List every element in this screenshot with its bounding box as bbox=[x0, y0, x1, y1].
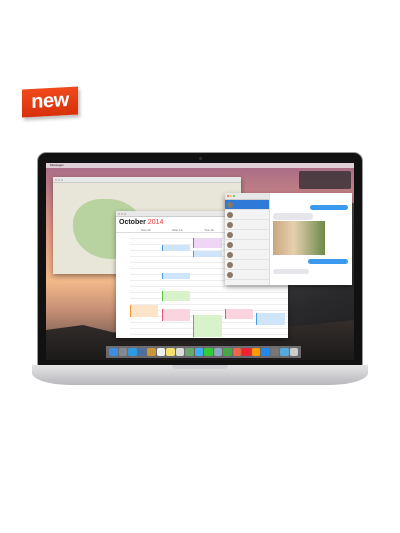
dock-app-icon[interactable] bbox=[204, 348, 213, 356]
conversation-list bbox=[225, 193, 270, 285]
dock-trash-icon[interactable] bbox=[289, 348, 298, 356]
dock-app-icon[interactable] bbox=[194, 348, 203, 356]
dock-app-icon[interactable] bbox=[232, 348, 241, 356]
day-header: Tue 14 bbox=[204, 228, 214, 232]
camera bbox=[199, 157, 202, 160]
day-header: Sun 12 bbox=[141, 228, 151, 232]
sent-bubble bbox=[308, 259, 348, 264]
laptop-screen: Messages October 2014 Sun 12 Mon 13 Tue … bbox=[46, 163, 354, 360]
calendar-event[interactable] bbox=[193, 238, 222, 248]
calendar-event[interactable] bbox=[161, 291, 191, 301]
dock-app-icon[interactable] bbox=[147, 348, 156, 356]
calendar-event[interactable] bbox=[161, 309, 191, 321]
calendar-event[interactable] bbox=[161, 245, 191, 251]
calendar-event[interactable] bbox=[130, 305, 159, 317]
dock-app-icon[interactable] bbox=[223, 348, 232, 356]
dock-app-icon[interactable] bbox=[185, 348, 194, 356]
dock-app-icon[interactable] bbox=[166, 348, 175, 356]
dock-app-icon[interactable] bbox=[128, 348, 137, 356]
shared-photo[interactable] bbox=[273, 221, 325, 255]
dock-app-icon[interactable] bbox=[109, 348, 118, 356]
received-bubble bbox=[273, 213, 313, 220]
calendar-month: October bbox=[119, 219, 146, 226]
calendar-event[interactable] bbox=[193, 251, 222, 257]
menu-bar: Messages bbox=[46, 163, 354, 168]
calendar-event[interactable] bbox=[193, 315, 222, 337]
conversation-item[interactable] bbox=[225, 210, 269, 220]
laptop-lid: Messages October 2014 Sun 12 Mon 13 Tue … bbox=[37, 152, 363, 366]
dock-app-icon[interactable] bbox=[156, 348, 165, 356]
dock-app-icon[interactable] bbox=[242, 348, 251, 356]
dock-app-icon[interactable] bbox=[118, 348, 127, 356]
day-header: Mon 13 bbox=[172, 228, 183, 232]
conversation-item[interactable] bbox=[225, 250, 269, 260]
dock-app-icon[interactable] bbox=[251, 348, 260, 356]
dock-app-icon[interactable] bbox=[175, 348, 184, 356]
conversation-item[interactable] bbox=[225, 240, 269, 250]
dock-app-icon[interactable] bbox=[261, 348, 270, 356]
calendar-event[interactable] bbox=[224, 309, 254, 319]
sent-bubble bbox=[310, 205, 348, 210]
conversation-item[interactable] bbox=[225, 220, 269, 230]
dock-app-icon[interactable] bbox=[270, 348, 279, 356]
calendar-event[interactable] bbox=[161, 273, 191, 279]
dock-folder-icon[interactable] bbox=[280, 348, 289, 356]
maps-titlebar bbox=[53, 177, 241, 183]
dock bbox=[106, 346, 301, 358]
lid-notch bbox=[172, 365, 228, 369]
messages-window bbox=[225, 193, 352, 285]
new-badge: new bbox=[22, 86, 78, 118]
conversation-item[interactable] bbox=[225, 200, 269, 210]
calendar-year: 2014 bbox=[147, 219, 164, 226]
conversation-item[interactable] bbox=[225, 260, 269, 270]
notification bbox=[299, 171, 351, 189]
laptop-base bbox=[32, 365, 368, 385]
conversation-item[interactable] bbox=[225, 270, 269, 280]
conversation-item[interactable] bbox=[225, 230, 269, 240]
dock-app-icon[interactable] bbox=[137, 348, 146, 356]
dock-app-icon[interactable] bbox=[213, 348, 222, 356]
received-bubble bbox=[273, 269, 309, 274]
menu-app-name: Messages bbox=[50, 163, 64, 167]
calendar-event[interactable] bbox=[256, 313, 285, 325]
